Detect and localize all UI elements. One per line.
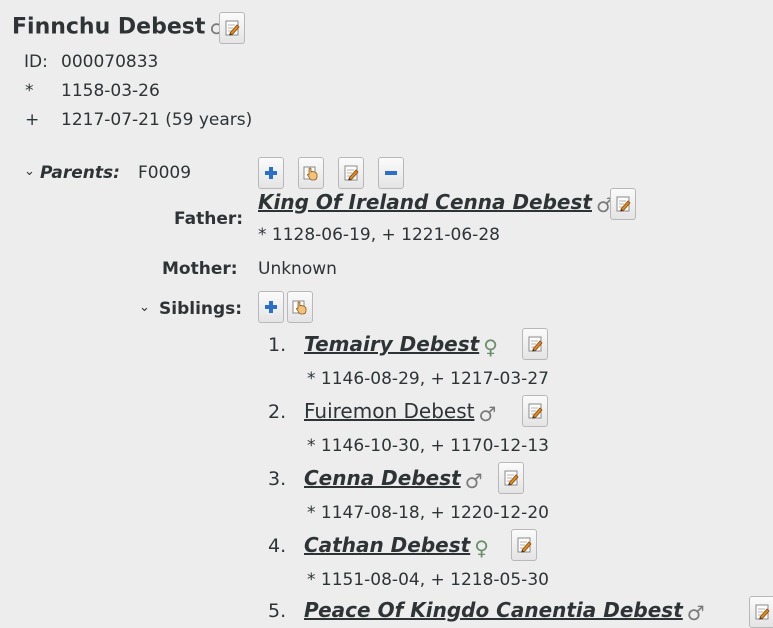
mother-label: Mother:	[162, 259, 238, 279]
sibling-row: Fuiremon Debest ♂	[304, 399, 496, 426]
female-symbol-icon: ♀	[474, 535, 489, 560]
parents-expander-icon[interactable]: ⌄	[24, 164, 35, 179]
sibling-name-link[interactable]: Fuiremon Debest	[304, 399, 474, 423]
father-label: Father:	[174, 209, 244, 229]
share-hand-icon	[292, 300, 307, 315]
father-row: King Of Ireland Cenna Debest ♂	[258, 190, 614, 217]
sibling-dates: * 1147-08-18, + 1220-12-20	[307, 503, 549, 523]
sibling-dates: * 1146-10-30, + 1170-12-13	[307, 436, 549, 456]
person-title: Finnchu Debest♂	[12, 14, 227, 40]
edit-icon	[528, 403, 543, 419]
sibling-name-link[interactable]: Temairy Debest	[304, 332, 479, 356]
add-icon	[265, 301, 277, 313]
sibling-row: Cathan Debest ♀	[304, 533, 489, 560]
sibling-dates: * 1151-08-04, + 1218-05-30	[307, 570, 549, 590]
add-parents-button[interactable]	[258, 157, 284, 189]
parents-label: Parents:	[40, 163, 120, 183]
edit-sibling-button[interactable]	[749, 596, 773, 628]
sibling-row: Temairy Debest ♀	[304, 332, 498, 359]
father-dates: * 1128-06-19, + 1221-06-28	[258, 225, 500, 245]
sibling-dates: * 1146-08-29, + 1217-03-27	[307, 369, 549, 389]
family-id: F0009	[138, 163, 192, 183]
sibling-row: Peace Of Kingdo Canentia Debest ♂	[304, 598, 705, 625]
edit-icon	[504, 470, 519, 486]
edit-sibling-button[interactable]	[522, 395, 548, 427]
birth-symbol: *	[25, 81, 34, 101]
add-icon	[265, 167, 277, 179]
father-name-link[interactable]: King Of Ireland Cenna Debest	[258, 190, 592, 214]
female-symbol-icon: ♀	[483, 334, 498, 359]
edit-icon	[344, 165, 359, 181]
sibling-number: 1.	[268, 334, 287, 356]
siblings-label: Siblings:	[159, 299, 243, 319]
share-parents-button[interactable]	[298, 157, 324, 189]
remove-icon	[385, 171, 397, 175]
sibling-name-link[interactable]: Peace Of Kingdo Canentia Debest	[304, 598, 683, 622]
remove-parents-button[interactable]	[378, 157, 404, 189]
sibling-number: 2.	[268, 401, 287, 423]
edit-family-button[interactable]	[338, 157, 364, 189]
edit-icon	[616, 196, 631, 212]
death-date: 1217-07-21 (59 years)	[61, 110, 253, 130]
edit-icon	[225, 20, 240, 36]
sibling-name-link[interactable]: Cenna Debest	[304, 466, 461, 490]
edit-icon	[528, 336, 543, 352]
mother-value: Unknown	[258, 259, 337, 279]
edit-sibling-button[interactable]	[498, 462, 524, 494]
share-sibling-button[interactable]	[287, 291, 313, 323]
sibling-number: 3.	[268, 468, 287, 490]
sibling-name-link[interactable]: Cathan Debest	[304, 533, 470, 557]
sibling-number: 5.	[268, 600, 287, 622]
edit-sibling-button[interactable]	[522, 328, 548, 360]
edit-icon	[517, 537, 532, 553]
birth-date: 1158-03-26	[61, 81, 160, 101]
id-value: 000070833	[61, 52, 159, 72]
edit-father-button[interactable]	[610, 188, 636, 220]
edit-icon	[755, 604, 770, 620]
edit-person-button[interactable]	[219, 12, 245, 44]
male-symbol-icon: ♂	[478, 401, 497, 426]
edit-sibling-button[interactable]	[511, 529, 537, 561]
death-symbol: +	[25, 110, 40, 130]
add-sibling-button[interactable]	[258, 291, 284, 323]
siblings-expander-icon[interactable]: ⌄	[139, 300, 150, 315]
share-hand-icon	[303, 166, 318, 181]
sibling-number: 4.	[268, 535, 287, 557]
id-label: ID:	[24, 52, 48, 72]
person-name: Finnchu Debest	[12, 14, 206, 40]
sibling-row: Cenna Debest ♂	[304, 466, 483, 493]
male-symbol-icon: ♂	[686, 600, 705, 625]
male-symbol-icon: ♂	[464, 468, 483, 493]
